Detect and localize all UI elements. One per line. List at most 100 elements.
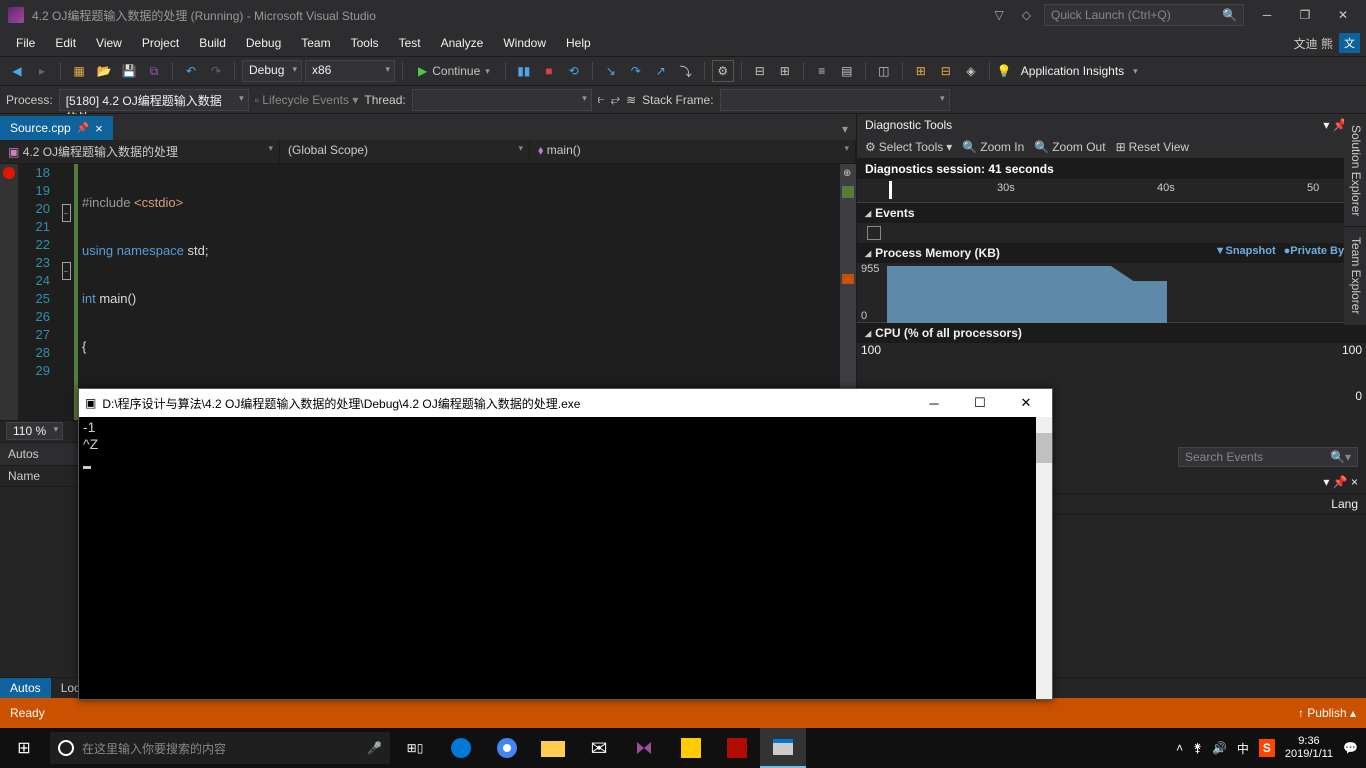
tool-icon-8[interactable]: ◈ (960, 60, 982, 82)
console-titlebar[interactable]: ▣ D:\程序设计与算法\4.2 OJ编程题输入数据的处理\Debug\4.2 … (79, 389, 1052, 417)
close-button[interactable]: ✕ (1328, 4, 1358, 26)
platform-dropdown[interactable]: x86 (305, 60, 395, 82)
tool-icon-3[interactable]: ≡ (811, 60, 833, 82)
tool-icon-7[interactable]: ⊟ (935, 60, 957, 82)
step-out-icon[interactable]: ↗ (650, 60, 672, 82)
thread-icon-1[interactable]: ⥼ (598, 92, 605, 107)
continue-button[interactable]: ▶ Continue ▾ (410, 62, 498, 80)
potplayer-icon[interactable] (668, 728, 714, 768)
tab-autos[interactable]: Autos (0, 678, 51, 698)
restart-icon[interactable]: ⟲ (563, 60, 585, 82)
tab-team-explorer[interactable]: Team Explorer (1344, 227, 1366, 325)
console-window[interactable]: ▣ D:\程序设计与算法\4.2 OJ编程题输入数据的处理\Debug\4.2 … (78, 388, 1053, 700)
menu-test[interactable]: Test (389, 32, 431, 54)
menu-view[interactable]: View (86, 32, 132, 54)
fold-icon[interactable]: − (62, 262, 71, 280)
editor-scrollbar[interactable]: ⊕ (840, 164, 856, 420)
step-over-icon[interactable]: ↷ (625, 60, 647, 82)
wifi-icon[interactable]: ⚵ (1193, 741, 1202, 755)
search-events-input[interactable]: Search Events 🔍▾ (1178, 447, 1358, 467)
menu-edit[interactable]: Edit (45, 32, 86, 54)
nav-fwd-icon[interactable]: ▸ (31, 60, 53, 82)
col-name[interactable]: Name (8, 469, 40, 483)
quick-launch-input[interactable]: Quick Launch (Ctrl+Q) 🔍 (1044, 4, 1244, 26)
save-icon[interactable]: 💾 (118, 60, 140, 82)
tab-solution-explorer[interactable]: Solution Explorer (1344, 115, 1366, 227)
close-icon[interactable]: × (1351, 475, 1358, 489)
tool-icon-1[interactable]: ⊟ (749, 60, 771, 82)
stop-icon[interactable]: ■ (538, 60, 560, 82)
menu-help[interactable]: Help (556, 32, 601, 54)
redo-icon[interactable]: ↷ (205, 60, 227, 82)
adobe-reader-icon[interactable] (714, 728, 760, 768)
minimize-button[interactable]: ─ (1252, 4, 1282, 26)
breakpoint-gutter[interactable] (0, 164, 18, 420)
sogou-icon[interactable]: S (1259, 739, 1275, 757)
tray-overflow-icon[interactable]: ˄ (1176, 741, 1183, 755)
console-body[interactable]: -1 ^Z (79, 417, 1052, 699)
dropdown-icon[interactable]: ▾ (1323, 118, 1329, 132)
tool-icon-6[interactable]: ⊞ (910, 60, 932, 82)
console-maximize[interactable]: ☐ (960, 395, 1000, 411)
config-dropdown[interactable]: Debug (242, 60, 302, 82)
step-icon[interactable]: ⤵ (675, 60, 697, 82)
process-dropdown[interactable]: [5180] 4.2 OJ编程题输入数据的处 (59, 89, 249, 111)
console-task-icon[interactable] (760, 728, 806, 768)
console-minimize[interactable]: ─ (914, 396, 954, 411)
fold-gutter[interactable]: − − (58, 164, 74, 420)
menu-tools[interactable]: Tools (341, 32, 389, 54)
select-tools-button[interactable]: ⚙Select Tools ▾ (865, 140, 952, 154)
visual-studio-icon[interactable] (622, 728, 668, 768)
zoom-in-button[interactable]: 🔍Zoom In (962, 140, 1024, 154)
menu-project[interactable]: Project (132, 32, 189, 54)
break-all-icon[interactable]: ▮▮ (513, 60, 535, 82)
exception-settings-icon[interactable]: ⚙ (712, 60, 734, 82)
mail-icon[interactable]: ✉ (576, 728, 622, 768)
zoom-out-button[interactable]: 🔍Zoom Out (1034, 140, 1105, 154)
edge-icon[interactable] (438, 728, 484, 768)
nav-func-dropdown[interactable]: ⬧ main() (530, 140, 856, 163)
memory-header[interactable]: Process Memory (KB) ▼Snapshot ●Private B… (857, 243, 1366, 263)
task-view-icon[interactable]: ⊞▯ (392, 728, 438, 768)
code-editor[interactable]: 181920 212223 242526 272829 − − #include… (0, 164, 856, 420)
thread-dropdown[interactable] (412, 89, 592, 111)
action-center-icon[interactable]: 💬 (1343, 741, 1358, 755)
undo-icon[interactable]: ↶ (180, 60, 202, 82)
timeline[interactable]: 30s 40s 50 (857, 179, 1366, 203)
menu-build[interactable]: Build (189, 32, 236, 54)
chrome-icon[interactable] (484, 728, 530, 768)
menu-window[interactable]: Window (493, 32, 556, 54)
menu-debug[interactable]: Debug (236, 32, 291, 54)
clock[interactable]: 9:36 2019/1/11 (1285, 735, 1333, 761)
volume-icon[interactable]: 🔊 (1212, 741, 1227, 755)
scrollbar-thumb[interactable] (1036, 433, 1052, 463)
thread-icon-3[interactable]: ≋ (626, 93, 636, 107)
thread-icon-2[interactable]: ⥂ (611, 92, 621, 107)
cpu-header[interactable]: CPU (% of all processors) (857, 323, 1366, 343)
menu-file[interactable]: File (6, 32, 45, 54)
fold-icon[interactable]: − (62, 204, 71, 222)
step-into-icon[interactable]: ↘ (600, 60, 622, 82)
explorer-icon[interactable] (530, 728, 576, 768)
nav-back-icon[interactable]: ◀ (6, 60, 28, 82)
console-close[interactable]: ✕ (1006, 395, 1046, 411)
start-button[interactable]: ⊞ (0, 728, 48, 768)
restore-button[interactable]: ❐ (1290, 4, 1320, 26)
tab-source-cpp[interactable]: Source.cpp 📌 × (0, 116, 113, 140)
reset-view-button[interactable]: ⊞Reset View (1116, 140, 1190, 154)
zoom-dropdown[interactable]: 110 % (6, 422, 63, 440)
ime-icon[interactable]: 中 (1237, 740, 1249, 757)
timeline-marker[interactable] (889, 181, 892, 199)
code-content[interactable]: #include <cstdio> using namespace std; i… (78, 164, 856, 420)
col-lang[interactable]: Lang (1331, 497, 1358, 511)
taskbar-search[interactable]: 在这里输入你要搜索的内容 🎤 (50, 732, 390, 764)
tool-icon-4[interactable]: ▤ (836, 60, 858, 82)
new-project-icon[interactable]: ▦ (68, 60, 90, 82)
tab-overflow-icon[interactable]: ▾ (834, 118, 856, 140)
nav-project-dropdown[interactable]: ▣ 4.2 OJ编程题输入数据的处理 (0, 140, 280, 163)
stackframe-dropdown[interactable] (720, 89, 950, 111)
feedback-icon[interactable]: ◇ (1017, 5, 1036, 25)
user-badge[interactable]: 文 (1339, 33, 1360, 53)
dropdown-icon[interactable]: ▾ (1323, 475, 1329, 489)
open-file-icon[interactable]: 📂 (93, 60, 115, 82)
